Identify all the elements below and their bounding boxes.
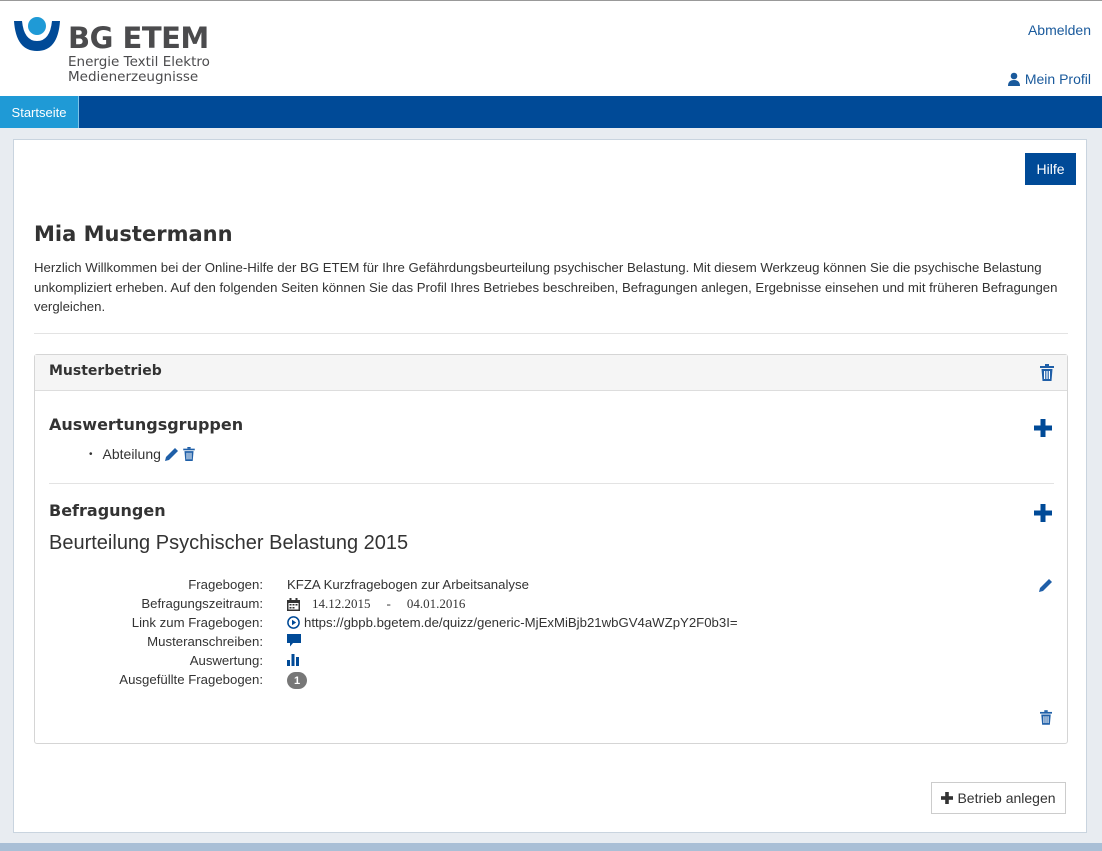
completed-value: 1 <box>287 672 307 689</box>
page-title: Mia Mustermann <box>34 222 233 246</box>
bullet: • <box>89 448 93 460</box>
questionnaire-value: KFZA Kurzfragebogen zur Arbeitsanalyse <box>287 577 529 592</box>
header: BG ETEM Energie Textil Elektro Medienerz… <box>0 0 1102 96</box>
add-group-button[interactable] <box>1034 419 1052 437</box>
period-value: 14.12.2015 - 04.01.2016 <box>287 596 465 612</box>
delete-survey-button[interactable] <box>1040 710 1052 725</box>
period-start: 14.12.2015 <box>312 596 371 611</box>
logo-brand: BG ETEM <box>68 21 209 55</box>
divider <box>34 333 1068 334</box>
surveys-title: Befragungen <box>49 501 166 520</box>
add-company-label: Betrieb anlegen <box>957 790 1056 806</box>
add-company-button[interactable]: Betrieb anlegen <box>931 782 1066 814</box>
company-name: Musterbetrieb <box>49 363 162 379</box>
plus-icon <box>941 792 954 804</box>
content-panel: Hilfe Mia Mustermann Herzlich Willkommen… <box>13 139 1087 833</box>
groups-title: Auswertungsgruppen <box>49 415 244 434</box>
logo-subtitle-1: Energie Textil Elektro <box>68 54 210 70</box>
main-nav: Startseite <box>0 96 1102 128</box>
edit-survey-button[interactable] <box>1039 578 1053 592</box>
trash-icon <box>1040 710 1052 725</box>
group-label: Abteilung <box>102 446 161 462</box>
calendar-icon <box>287 597 300 611</box>
intro-text: Herzlich Willkommen bei der Online-Hilfe… <box>34 260 1058 314</box>
detail-label: Musteranschreiben: <box>147 634 263 649</box>
detail-label: Fragebogen: <box>188 577 263 592</box>
sample-letter-button[interactable] <box>287 634 301 647</box>
profile-link[interactable]: Mein Profil <box>1007 71 1091 87</box>
delete-group-button[interactable] <box>183 447 195 461</box>
period-separator: - <box>386 596 391 611</box>
nav-tab-startseite[interactable]: Startseite <box>0 96 79 128</box>
questionnaire-link[interactable]: https://gbpb.bgetem.de/quizz/generic-MjE… <box>287 615 738 630</box>
logo-mark-icon <box>14 17 60 51</box>
questionnaire-link-text[interactable]: https://gbpb.bgetem.de/quizz/generic-MjE… <box>304 615 738 630</box>
pencil-icon <box>164 448 178 461</box>
detail-label: Auswertung: <box>189 653 263 668</box>
divider <box>49 483 1054 484</box>
add-survey-button[interactable] <box>1034 504 1052 522</box>
detail-label: Link zum Fragebogen: <box>131 615 263 630</box>
logo-subtitle-2: Medienerzeugnisse <box>68 69 199 85</box>
detail-label: Befragungszeitraum: <box>141 596 263 611</box>
profile-link-label: Mein Profil <box>1024 71 1091 87</box>
trash-icon <box>183 447 195 461</box>
plus-icon <box>1034 419 1052 437</box>
bg-etem-logo[interactable]: BG ETEM Energie Textil Elektro Medienerz… <box>12 15 212 89</box>
comment-icon <box>287 634 301 647</box>
detail-label: Ausgefüllte Fragebogen: <box>119 672 263 687</box>
completed-count-badge: 1 <box>287 672 307 689</box>
delete-company-button[interactable] <box>1040 364 1054 381</box>
bar-chart-icon <box>287 654 299 666</box>
plus-icon <box>1034 504 1052 522</box>
company-card-header: Musterbetrieb <box>35 355 1067 391</box>
period-end: 04.01.2016 <box>406 596 466 611</box>
evaluation-button[interactable] <box>287 653 300 666</box>
company-card: Musterbetrieb Auswertungsgruppen • Abtei… <box>34 354 1068 744</box>
group-item: • Abteilung <box>89 446 195 462</box>
user-icon <box>1007 72 1020 86</box>
edit-group-button[interactable] <box>164 447 179 461</box>
trash-icon <box>1040 364 1054 381</box>
pencil-icon <box>1039 579 1052 592</box>
logout-link[interactable]: Abmelden <box>1028 22 1091 38</box>
help-button[interactable]: Hilfe <box>1025 153 1076 185</box>
play-circle-icon <box>287 616 300 629</box>
survey-title: Beurteilung Psychischer Belastung 2015 <box>49 532 409 554</box>
footer-strip <box>0 843 1102 851</box>
